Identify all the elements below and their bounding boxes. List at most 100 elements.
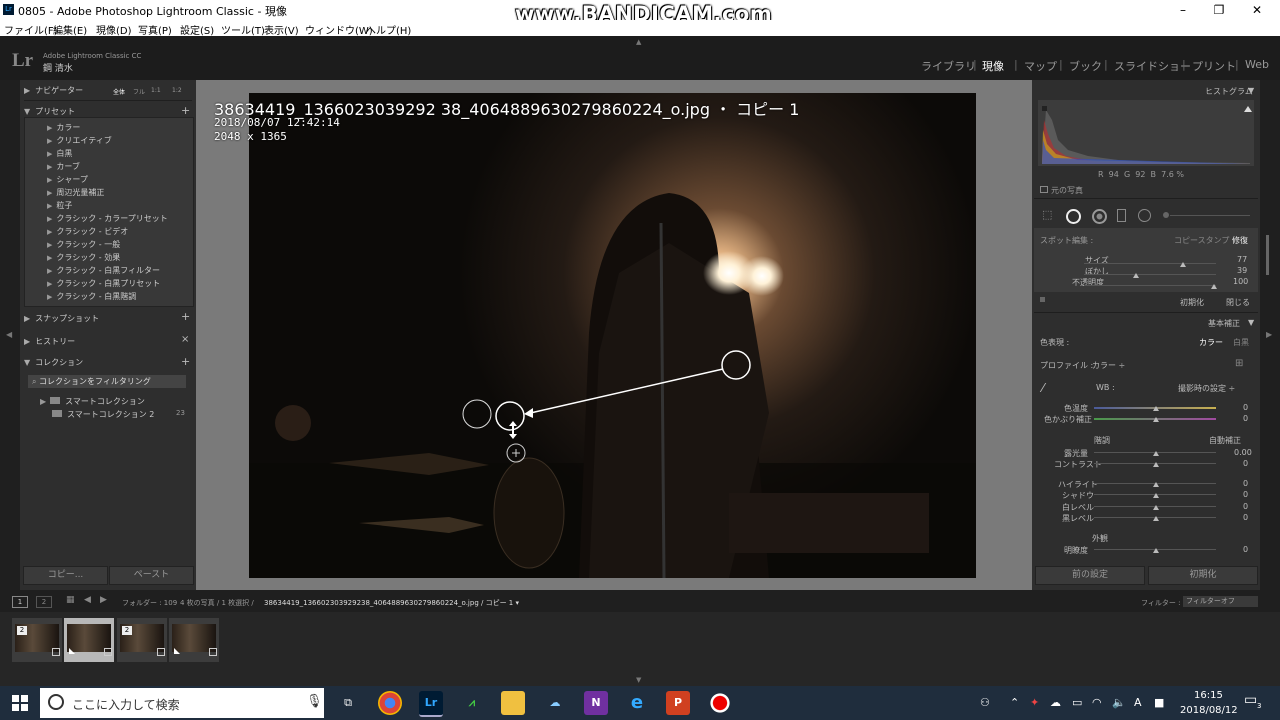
feather-value[interactable]: 39 xyxy=(1237,266,1247,275)
preset-folder[interactable]: ▶ カーブ xyxy=(47,161,80,172)
auto-tone-button[interactable]: 自動補正 xyxy=(1209,435,1241,446)
collection-filter-field[interactable]: ⌕ コレクションをフィルタリング xyxy=(28,375,186,388)
clear-history-button[interactable]: × xyxy=(181,334,189,345)
menu-file[interactable]: ファイル(F) xyxy=(4,22,58,37)
feather-slider[interactable] xyxy=(1084,274,1216,275)
module-print[interactable]: プリント xyxy=(1192,58,1236,74)
histogram-label[interactable]: ヒストグラム xyxy=(1205,86,1253,97)
current-file[interactable]: 38634419_136602303929238_406488963027986… xyxy=(264,598,519,608)
network-icon[interactable]: ▭ xyxy=(1072,696,1082,709)
temp-slider-knob[interactable] xyxy=(1153,406,1159,411)
radial-filter-icon[interactable] xyxy=(1138,209,1151,222)
preset-folder[interactable]: ▶ シャープ xyxy=(47,174,88,185)
windows-start-icon[interactable] xyxy=(12,695,28,711)
contrast-value[interactable]: 0 xyxy=(1243,459,1248,468)
menu-tools[interactable]: ツール(T) xyxy=(221,22,265,37)
navigator-header[interactable]: ▶ ナビゲーター xyxy=(24,85,83,96)
size-slider[interactable] xyxy=(1084,263,1216,264)
collapse-icon[interactable]: ▼ xyxy=(1248,86,1254,95)
module-develop[interactable]: 現像 xyxy=(982,58,1004,74)
filmstrip-thumbnail-selected[interactable] xyxy=(64,618,114,662)
tray-app-icon[interactable]: ✦ xyxy=(1030,696,1039,709)
collapse-icon[interactable]: ▼ xyxy=(1248,318,1254,327)
task-view-icon[interactable]: ⧉ xyxy=(336,691,360,715)
preset-folder[interactable]: ▶ クラシック - 白黒階調 xyxy=(47,291,136,302)
original-photo-toggle[interactable]: 元の写真 xyxy=(1040,185,1083,196)
ime-mode[interactable]: A xyxy=(1134,696,1142,709)
blacks-slider-knob[interactable] xyxy=(1153,516,1159,521)
spot-close-button[interactable]: 閉じる xyxy=(1226,297,1250,308)
filmstrip-thumbnail[interactable]: 2 xyxy=(117,618,167,662)
preset-folder[interactable]: ▶ クラシック - 一般 xyxy=(47,239,120,250)
exposure-slider-knob[interactable] xyxy=(1153,451,1159,456)
file-explorer-icon[interactable] xyxy=(501,691,525,715)
edge-icon[interactable]: e xyxy=(625,691,649,715)
zoom-fit[interactable]: 全体 xyxy=(113,87,125,96)
preset-folder[interactable]: ▶ カラー xyxy=(47,122,80,133)
tint-slider-knob[interactable] xyxy=(1153,417,1159,422)
chrome-icon[interactable] xyxy=(378,691,402,715)
filter-select[interactable]: フィルターオフ xyxy=(1183,596,1258,607)
collapse-left-icon[interactable]: ◀ xyxy=(6,330,12,339)
spot-reset-button[interactable]: 初期化 xyxy=(1180,297,1204,308)
close-button[interactable]: ✕ xyxy=(1234,0,1280,20)
weather-app-icon[interactable]: ☁ xyxy=(543,691,567,715)
onedrive-icon[interactable]: ☁ xyxy=(1050,696,1061,709)
contrast-slider-knob[interactable] xyxy=(1153,462,1159,467)
menu-help[interactable]: ヘルプ(H) xyxy=(366,22,411,37)
menu-develop[interactable]: 現像(D) xyxy=(96,22,132,37)
collapse-top-icon[interactable]: ▲ xyxy=(636,38,641,46)
snapshots-header[interactable]: ▶ スナップショット xyxy=(24,313,99,324)
graduated-filter-icon[interactable] xyxy=(1117,209,1126,222)
photo-preview[interactable] xyxy=(249,93,976,578)
onenote-icon[interactable]: N xyxy=(584,691,608,715)
basic-label[interactable]: 基本補正 xyxy=(1208,318,1240,329)
preset-folder[interactable]: ▶ クラシック - カラープリセット xyxy=(47,213,168,224)
module-web[interactable]: Web xyxy=(1245,58,1269,71)
feather-slider-knob[interactable] xyxy=(1133,273,1139,278)
zoom-1-1[interactable]: 1:1 xyxy=(151,87,161,94)
clock-time[interactable]: 16:15 xyxy=(1194,690,1223,701)
previous-settings-button[interactable]: 前の設定 xyxy=(1035,566,1145,585)
brush-tool-icon[interactable] xyxy=(1163,212,1169,218)
wifi-icon[interactable]: ◠ xyxy=(1092,696,1102,709)
add-collection-button[interactable]: + xyxy=(181,355,190,368)
collections-header[interactable]: ▼ コレクション xyxy=(24,357,83,368)
preset-folder[interactable]: ▶ クラシック - 白黒プリセット xyxy=(47,278,160,289)
presets-header[interactable]: ▼ プリセット xyxy=(24,106,75,117)
menu-photo[interactable]: 写真(P) xyxy=(138,22,172,37)
clarity-value[interactable]: 0 xyxy=(1243,545,1248,554)
bandicam-icon[interactable] xyxy=(708,691,732,715)
grid-view-icon[interactable]: ▦ xyxy=(66,595,75,605)
filmstrip-thumbnail[interactable]: 2 xyxy=(12,618,62,662)
volume-icon[interactable]: 🔈 xyxy=(1112,696,1126,709)
prev-photo-icon[interactable]: ◀ xyxy=(84,595,91,605)
ime-icon[interactable]: ■ xyxy=(1154,696,1164,709)
left-collapse-strip[interactable]: ◀ xyxy=(0,80,20,590)
copy-settings-button[interactable]: コピー... xyxy=(23,566,108,585)
opacity-value[interactable]: 100 xyxy=(1233,277,1248,286)
next-photo-icon[interactable]: ▶ xyxy=(100,595,107,605)
add-preset-button[interactable]: + xyxy=(181,104,190,117)
preset-folder[interactable]: ▶ クラシック - ビデオ xyxy=(47,226,128,237)
clone-mode[interactable]: コピースタンプ xyxy=(1174,235,1229,246)
collapse-right-icon[interactable]: ▶ xyxy=(1266,330,1272,339)
microphone-icon[interactable]: 🎙 xyxy=(306,694,323,709)
opacity-slider[interactable] xyxy=(1084,285,1216,286)
crop-tool-icon[interactable]: ⬚ xyxy=(1042,208,1052,221)
opacity-slider-knob[interactable] xyxy=(1211,284,1217,289)
blacks-value[interactable]: 0 xyxy=(1243,513,1248,522)
lightroom-taskbar-icon[interactable]: Lr xyxy=(419,691,443,717)
tool-overlay-toggle[interactable] xyxy=(1040,297,1045,302)
menu-window[interactable]: ウィンドウ(W) xyxy=(305,22,373,37)
whites-slider-knob[interactable] xyxy=(1153,505,1159,510)
highlights-value[interactable]: 0 xyxy=(1243,479,1248,488)
temp-value[interactable]: 0 xyxy=(1243,403,1248,412)
wb-select[interactable]: 撮影時の設定 ÷ xyxy=(1178,383,1235,394)
smart-collection-2[interactable]: スマートコレクション 2 xyxy=(52,409,154,420)
module-book[interactable]: ブック xyxy=(1069,58,1102,74)
view-1-button[interactable]: 1 xyxy=(12,596,28,608)
shadows-value[interactable]: 0 xyxy=(1243,490,1248,499)
collapse-bottom-icon[interactable]: ▼ xyxy=(636,676,641,684)
brush-slider[interactable] xyxy=(1170,215,1250,216)
